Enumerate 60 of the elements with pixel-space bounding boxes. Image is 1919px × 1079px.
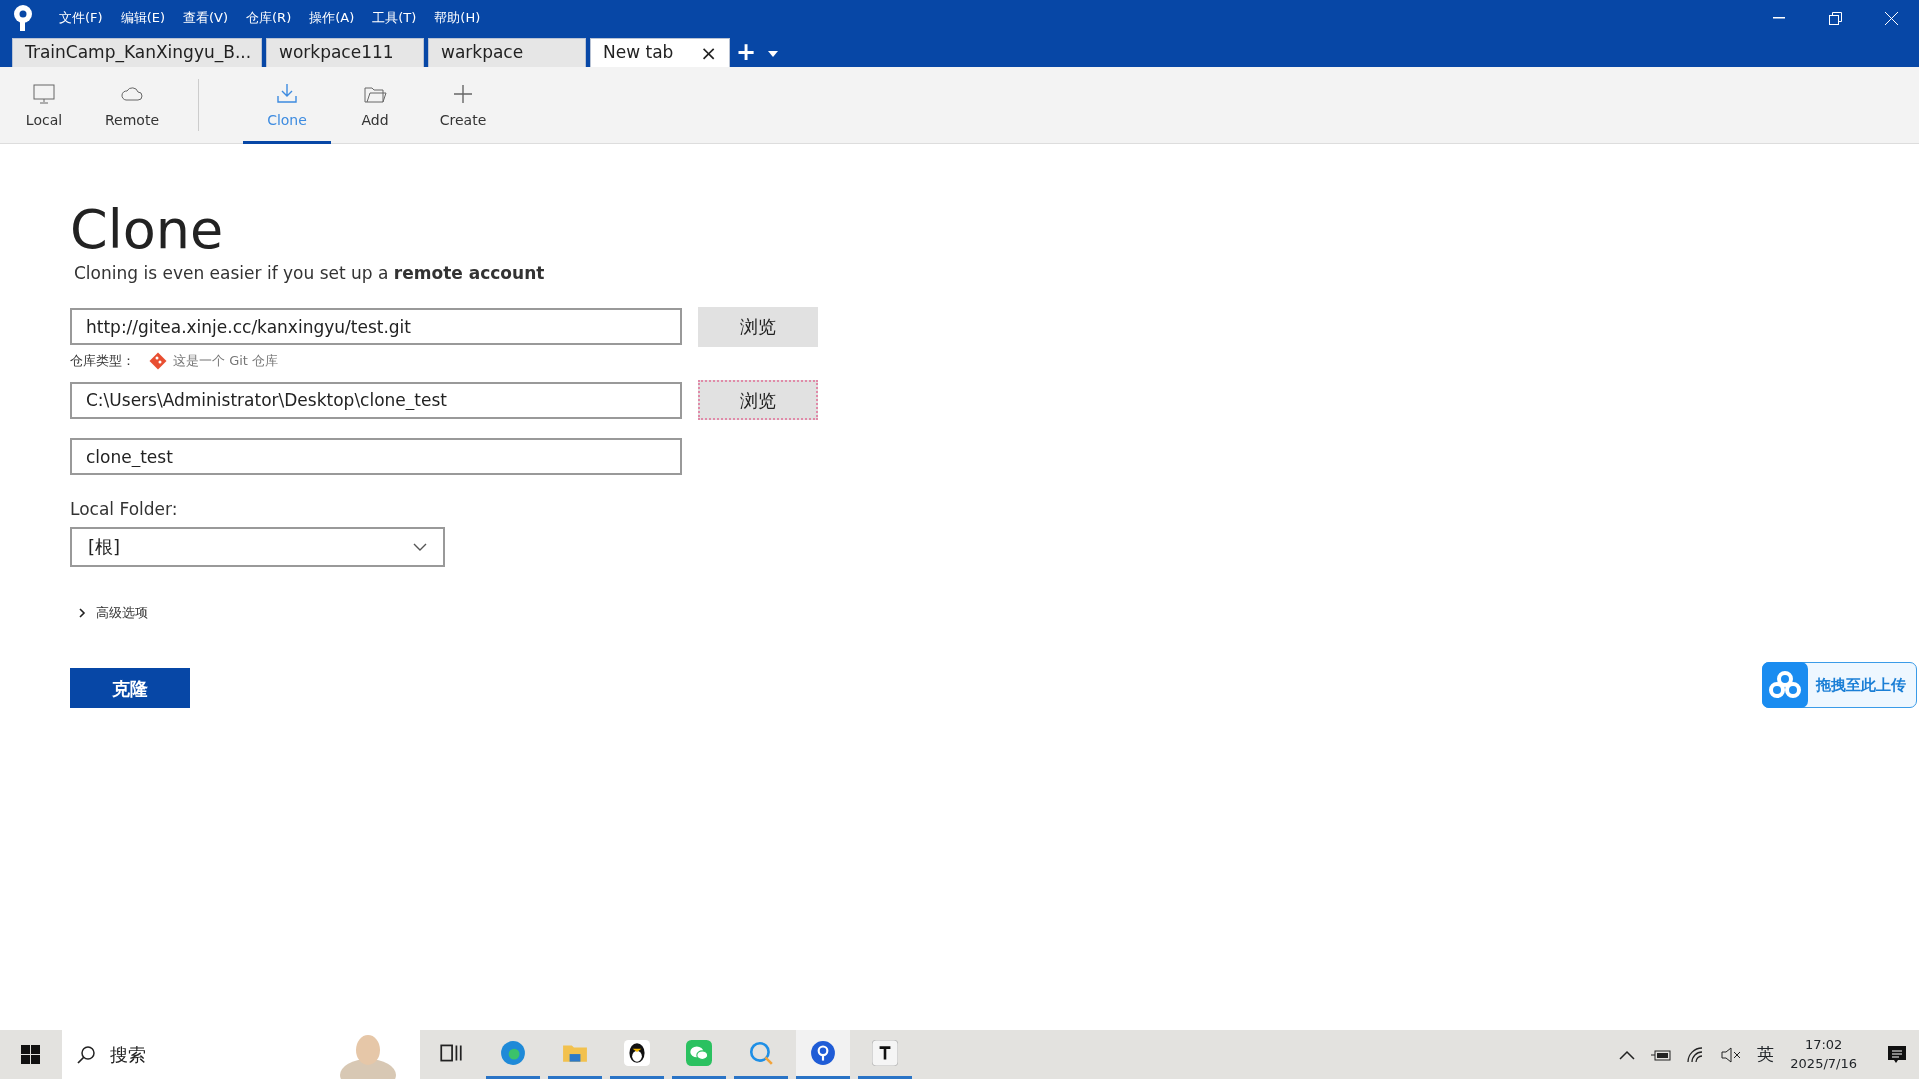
clone-button[interactable]: 克隆 xyxy=(70,668,190,709)
chevron-up-icon[interactable] xyxy=(1619,1049,1636,1060)
repo-type-text: 这是一个 Git 仓库 xyxy=(173,351,279,370)
search-field[interactable]: 搜索 xyxy=(62,1030,420,1079)
app-logo xyxy=(12,4,34,32)
tab-close-button[interactable]: × xyxy=(700,38,717,68)
toolbar-tab[interactable]: Local xyxy=(0,67,88,144)
minimize-icon xyxy=(1773,17,1785,19)
input-method-indicator[interactable]: 英 xyxy=(1757,1041,1775,1068)
tab-dropdown-icon[interactable] xyxy=(768,51,779,57)
monitor-icon xyxy=(32,81,56,106)
search-icon xyxy=(76,1044,96,1065)
app-logo-icon xyxy=(810,1040,836,1066)
tab-label: workpace111 xyxy=(279,41,394,65)
menu-item[interactable]: 操作(A) xyxy=(300,8,364,28)
menu-item[interactable]: 工具(T) xyxy=(363,8,426,28)
toolbar-tab[interactable]: Create xyxy=(419,67,507,144)
download-icon xyxy=(275,81,299,106)
menu-item[interactable]: 编辑(E) xyxy=(111,8,174,28)
menu-item[interactable]: 帮助(H) xyxy=(425,8,490,28)
start-button[interactable] xyxy=(21,1044,41,1065)
upload-widget[interactable]: 拖拽至此上传 xyxy=(1762,662,1917,708)
browse-button[interactable]: 浏览 xyxy=(698,380,818,421)
menu-item[interactable]: 文件(F) xyxy=(50,8,112,28)
toolbar-tab[interactable]: Remote xyxy=(88,67,176,144)
page-title: Clone xyxy=(70,200,225,260)
subtitle: Cloning is even easier if you set up a remote account xyxy=(74,262,546,286)
close-icon xyxy=(1884,11,1898,25)
browser-icon xyxy=(500,1040,526,1066)
local-folder-label: Local Folder: xyxy=(70,498,179,522)
tab-label: TrainCamp_KanXingyu_B... xyxy=(25,41,252,65)
toolbar-tab[interactable]: Add xyxy=(331,67,419,144)
restore-icon xyxy=(1828,11,1842,25)
tab[interactable]: warkpace xyxy=(428,38,586,67)
muted-speaker-icon[interactable] xyxy=(1721,1046,1742,1063)
chevron-down-icon xyxy=(413,542,427,551)
penguin-icon xyxy=(624,1040,650,1066)
text-field[interactable]: clone_test xyxy=(70,438,682,476)
text-field[interactable]: http://gitea.xinje.cc/kanxingyu/test.git xyxy=(70,308,682,346)
tab-label: New tab xyxy=(603,41,674,65)
chevron-right-icon xyxy=(78,607,86,618)
tab-label: warkpace xyxy=(441,41,524,65)
letter-t-icon xyxy=(872,1040,898,1066)
browse-button[interactable]: 浏览 xyxy=(698,306,818,347)
tab[interactable]: TrainCamp_KanXingyu_B... xyxy=(12,38,262,67)
clock-date: 2025/7/16 xyxy=(1790,1054,1857,1073)
battery-icon[interactable] xyxy=(1651,1048,1672,1061)
notifications-icon[interactable] xyxy=(1887,1044,1907,1065)
tab[interactable]: workpace111 xyxy=(266,38,424,67)
text-field[interactable]: C:\Users\Administrator\Desktop\clone_test xyxy=(70,381,682,419)
advanced-options-toggle[interactable]: 高级选项 xyxy=(78,602,148,623)
local-folder-dropdown[interactable]: [根] xyxy=(70,526,445,567)
chat-icon xyxy=(686,1040,712,1066)
menu-item[interactable]: 仓库(R) xyxy=(237,8,301,28)
cloud-upload-icon xyxy=(1762,661,1808,708)
tab[interactable]: New tab × xyxy=(590,38,730,67)
repo-type-label: 仓库类型： xyxy=(70,351,135,370)
clock-time: 17:02 xyxy=(1804,1036,1843,1055)
menu-item[interactable]: 查看(V) xyxy=(174,8,238,28)
new-tab-button[interactable]: + xyxy=(736,38,757,67)
